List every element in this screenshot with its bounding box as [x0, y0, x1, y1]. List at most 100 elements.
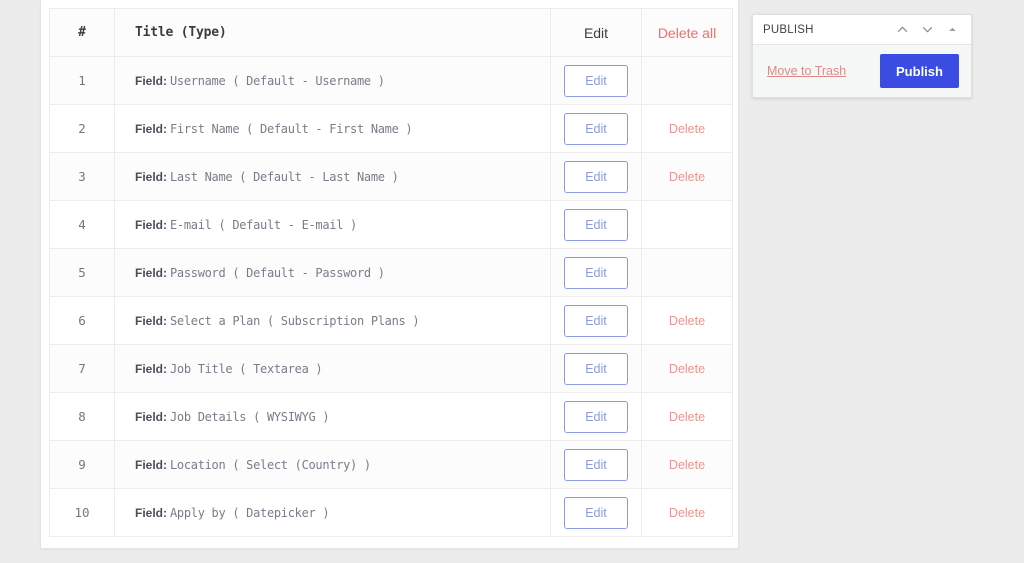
- field-description: Password ( Default - Password ): [170, 265, 385, 280]
- publish-panel-header: PUBLISH: [753, 15, 971, 45]
- edit-button[interactable]: Edit: [564, 400, 628, 433]
- row-index: 7: [49, 344, 115, 393]
- publish-panel-body: Move to Trash Publish: [753, 45, 971, 97]
- field-label-cell: Field: Password ( Default - Password ): [114, 248, 551, 297]
- table-header-row: # Title (Type) Edit Delete all: [49, 8, 733, 57]
- field-prefix-label: Field:: [135, 313, 167, 328]
- row-index: 5: [49, 248, 115, 297]
- delete-button[interactable]: Delete: [669, 362, 705, 376]
- field-label-cell: Field: Job Details ( WYSIWYG ): [114, 392, 551, 441]
- field-description: Apply by ( Datepicker ): [170, 505, 330, 520]
- edit-button[interactable]: Edit: [564, 352, 628, 385]
- chevron-down-icon[interactable]: [916, 19, 938, 41]
- delete-cell: Delete: [641, 104, 733, 153]
- edit-button[interactable]: Edit: [564, 304, 628, 337]
- edit-button[interactable]: Edit: [564, 256, 628, 289]
- table-row: 2 Field: First Name ( Default - First Name…: [49, 104, 733, 153]
- screen: # Title (Type) Edit Delete all 1 Field: Us…: [0, 0, 1024, 563]
- table-row: 10 Field: Apply by ( Datepicker ) Edit Delet…: [49, 488, 733, 537]
- delete-cell: Delete: [641, 152, 733, 201]
- field-label-cell: Field: Last Name ( Default - Last Name ): [114, 152, 551, 201]
- row-index: 1: [49, 56, 115, 105]
- field-description: First Name ( Default - First Name ): [170, 121, 413, 136]
- edit-cell: Edit: [550, 296, 642, 345]
- field-label-cell: Field: Job Title ( Textarea ): [114, 344, 551, 393]
- field-label-cell: Field: E-mail ( Default - E-mail ): [114, 200, 551, 249]
- field-label-cell: Field: Location ( Select (Country) ): [114, 440, 551, 489]
- field-description: Job Details ( WYSIWYG ): [170, 409, 330, 424]
- table-row: 4 Field: E-mail ( Default - E-mail ) Edit: [49, 200, 733, 249]
- edit-cell: Edit: [550, 56, 642, 105]
- edit-cell: Edit: [550, 248, 642, 297]
- toggle-collapse-icon[interactable]: [941, 19, 963, 41]
- move-to-trash-link[interactable]: Move to Trash: [767, 64, 846, 78]
- field-description: Select a Plan ( Subscription Plans ): [170, 313, 420, 328]
- edit-button[interactable]: Edit: [564, 496, 628, 529]
- delete-button[interactable]: Delete: [669, 410, 705, 424]
- field-label-cell: Field: Apply by ( Datepicker ): [114, 488, 551, 537]
- column-header-number: #: [49, 8, 115, 57]
- edit-cell: Edit: [550, 200, 642, 249]
- field-prefix-label: Field:: [135, 265, 167, 280]
- row-index: 4: [49, 200, 115, 249]
- column-header-title-type: Title (Type): [114, 8, 551, 57]
- form-fields-card: # Title (Type) Edit Delete all 1 Field: Us…: [40, 0, 739, 549]
- form-fields-table: # Title (Type) Edit Delete all 1 Field: Us…: [49, 8, 733, 537]
- table-row: 8 Field: Job Details ( WYSIWYG ) Edit Delete: [49, 392, 733, 441]
- field-description: E-mail ( Default - E-mail ): [170, 217, 357, 232]
- field-prefix-label: Field:: [135, 505, 167, 520]
- row-index: 2: [49, 104, 115, 153]
- edit-button[interactable]: Edit: [564, 64, 628, 97]
- field-description: Username ( Default - Username ): [170, 73, 385, 88]
- field-prefix-label: Field:: [135, 409, 167, 424]
- delete-button[interactable]: Delete: [669, 458, 705, 472]
- field-label-cell: Field: First Name ( Default - First Name …: [114, 104, 551, 153]
- table-row: 3 Field: Last Name ( Default - Last Name )…: [49, 152, 733, 201]
- delete-cell: [641, 200, 733, 249]
- publish-panel-header-icons: [891, 19, 963, 41]
- row-index: 3: [49, 152, 115, 201]
- field-prefix-label: Field:: [135, 217, 167, 232]
- field-description: Last Name ( Default - Last Name ): [170, 169, 399, 184]
- table-header: # Title (Type) Edit Delete all: [49, 8, 733, 57]
- field-label-cell: Field: Select a Plan ( Subscription Plans…: [114, 296, 551, 345]
- edit-button[interactable]: Edit: [564, 112, 628, 145]
- table-row: 5 Field: Password ( Default - Password ) Ed…: [49, 248, 733, 297]
- delete-button[interactable]: Delete: [669, 506, 705, 520]
- table-row: 9 Field: Location ( Select (Country) ) Edit…: [49, 440, 733, 489]
- delete-button[interactable]: Delete: [669, 170, 705, 184]
- field-prefix-label: Field:: [135, 121, 167, 136]
- edit-button[interactable]: Edit: [564, 208, 628, 241]
- delete-cell: Delete: [641, 296, 733, 345]
- edit-cell: Edit: [550, 488, 642, 537]
- edit-button[interactable]: Edit: [564, 160, 628, 193]
- row-index: 10: [49, 488, 115, 537]
- delete-cell: [641, 248, 733, 297]
- publish-panel-title: PUBLISH: [763, 23, 814, 36]
- table-body: 1 Field: Username ( Default - Username ) Ed…: [49, 56, 733, 537]
- publish-button[interactable]: Publish: [880, 54, 959, 88]
- delete-cell: Delete: [641, 344, 733, 393]
- field-description: Location ( Select (Country) ): [170, 457, 371, 472]
- delete-cell: [641, 56, 733, 105]
- edit-cell: Edit: [550, 440, 642, 489]
- field-prefix-label: Field:: [135, 361, 167, 376]
- row-index: 8: [49, 392, 115, 441]
- edit-cell: Edit: [550, 104, 642, 153]
- publish-panel: PUBLISH Move to Trash Publish: [752, 14, 972, 98]
- edit-button[interactable]: Edit: [564, 448, 628, 481]
- table-row: 7 Field: Job Title ( Textarea ) Edit Delete: [49, 344, 733, 393]
- delete-button[interactable]: Delete: [669, 314, 705, 328]
- delete-cell: Delete: [641, 392, 733, 441]
- delete-all-button[interactable]: Delete all: [641, 8, 733, 57]
- delete-cell: Delete: [641, 440, 733, 489]
- column-header-edit: Edit: [550, 8, 642, 57]
- edit-cell: Edit: [550, 152, 642, 201]
- chevron-up-icon[interactable]: [891, 19, 913, 41]
- field-description: Job Title ( Textarea ): [170, 361, 323, 376]
- table-row: 1 Field: Username ( Default - Username ) Ed…: [49, 56, 733, 105]
- field-prefix-label: Field:: [135, 457, 167, 472]
- field-prefix-label: Field:: [135, 73, 167, 88]
- delete-button[interactable]: Delete: [669, 122, 705, 136]
- table-row: 6 Field: Select a Plan ( Subscription Plan…: [49, 296, 733, 345]
